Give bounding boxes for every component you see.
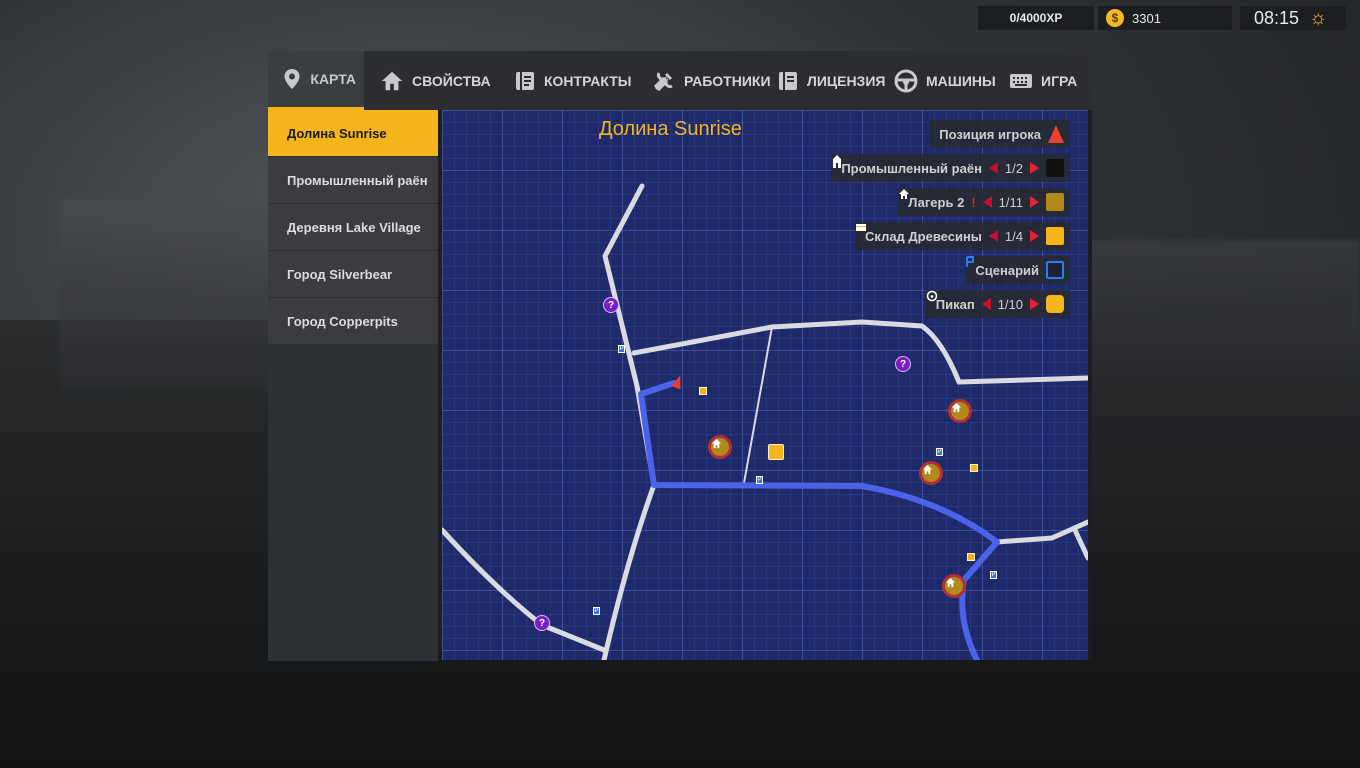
road-west	[442, 527, 607, 653]
wood-storage-marker[interactable]	[768, 444, 784, 460]
region-item-label: Город Copperpits	[287, 313, 398, 329]
sun-icon: ☼	[1309, 7, 1328, 29]
steering-wheel-icon	[894, 69, 918, 93]
clock: 08:15 ☼	[1240, 6, 1346, 30]
alert-icon: !	[971, 194, 976, 210]
player-arrow-icon	[1048, 125, 1064, 143]
legend-count: 1/11	[998, 194, 1023, 210]
background-shed	[1090, 240, 1360, 440]
industrial-icon	[833, 155, 1064, 177]
legend-industrial[interactable]: Промышленный раён 1/2	[831, 154, 1070, 182]
region-item-label: Долина Sunrise	[287, 125, 387, 141]
next-arrow-icon[interactable]	[1030, 230, 1039, 242]
parking-marker[interactable]: P	[756, 476, 763, 484]
legend-label: Промышленный раён	[841, 160, 982, 176]
tab-game-label: ИГРА	[1041, 72, 1078, 89]
legend-label: Позиция игрока	[939, 126, 1041, 142]
tab-license-label: ЛИЦЕНЗИЯ	[807, 72, 886, 89]
region-list: Долина Sunrise Промышленный раён Деревня…	[268, 110, 438, 661]
road-south	[601, 482, 657, 660]
region-item-silverbear[interactable]: Город Silverbear	[268, 251, 438, 298]
license-icon	[777, 69, 799, 93]
legend-pickup[interactable]: Пикап 1/10	[925, 290, 1070, 318]
pickup-item-marker[interactable]	[699, 387, 707, 395]
scenario-flag-icon	[966, 256, 1064, 279]
tab-properties[interactable]: СВОЙСТВА	[364, 51, 500, 110]
map-pin-icon	[282, 67, 302, 91]
pickup-wheel-icon	[926, 290, 1064, 313]
tab-map-label: КАРТА	[310, 71, 356, 87]
menu-panel: КАРТА СВОЙСТВА КОНТРАКТЫ РАБОТНИКИ ЛИЦЕН…	[268, 51, 1092, 661]
road-main-north	[631, 319, 1088, 385]
route-path	[638, 380, 1000, 660]
xp-value: 0/4000XP	[1009, 11, 1063, 25]
tab-contracts[interactable]: КОНТРАКТЫ	[500, 51, 638, 110]
prev-arrow-icon[interactable]	[988, 230, 998, 242]
tab-vehicles-label: МАШИНЫ	[926, 72, 996, 89]
region-item-sunrise-valley[interactable]: Долина Sunrise	[268, 110, 438, 157]
prev-arrow-icon[interactable]	[981, 298, 991, 310]
legend-label: Склад Древесины	[865, 228, 982, 244]
tab-vehicles[interactable]: МАШИНЫ	[878, 51, 996, 110]
tab-properties-label: СВОЙСТВА	[412, 72, 491, 89]
legend-player-position[interactable]: Позиция игрока	[929, 120, 1070, 148]
time-value: 08:15	[1254, 7, 1300, 28]
map-view[interactable]: Долина Sunrise Позиция игрока Промышленн…	[442, 110, 1088, 660]
keyboard-icon	[1009, 69, 1033, 93]
unknown-location-marker[interactable]: ?	[895, 356, 911, 372]
parking-marker[interactable]: P	[593, 607, 600, 615]
camp-house-icon	[899, 189, 1064, 211]
legend-count: 1/4	[1004, 228, 1023, 244]
tab-bar: КАРТА СВОЙСТВА КОНТРАКТЫ РАБОТНИКИ ЛИЦЕН…	[268, 51, 1092, 110]
tab-workers-label: РАБОТНИКИ	[684, 72, 771, 89]
contract-icon	[514, 69, 536, 93]
region-list-empty	[268, 345, 438, 661]
unknown-location-marker[interactable]: ?	[534, 615, 550, 631]
parking-marker[interactable]: P	[618, 345, 625, 353]
legend-label: Лагерь 2	[908, 194, 965, 210]
legend-camp[interactable]: Лагерь 2 ! 1/11	[898, 188, 1070, 216]
next-arrow-icon[interactable]	[1030, 298, 1039, 310]
tab-workers[interactable]: РАБОТНИКИ	[638, 51, 771, 110]
camp-house-marker[interactable]	[942, 574, 966, 598]
camp-house-marker[interactable]	[948, 399, 972, 423]
region-item-label: Промышленный раён	[287, 172, 428, 188]
tab-map[interactable]: КАРТА	[268, 51, 364, 110]
next-arrow-icon[interactable]	[1030, 196, 1039, 208]
road-east-branch	[1071, 525, 1088, 561]
parking-marker[interactable]: P	[936, 448, 943, 456]
legend-count: 1/2	[1004, 160, 1023, 176]
region-item-industrial[interactable]: Промышленный раён	[268, 157, 438, 204]
unknown-location-marker[interactable]: ?	[603, 297, 619, 313]
region-item-copperpits[interactable]: Город Copperpits	[268, 298, 438, 345]
legend-count: 1/10	[997, 296, 1023, 312]
tools-icon	[652, 69, 676, 93]
pickup-item-marker[interactable]	[970, 464, 978, 472]
camp-house-marker[interactable]	[708, 435, 732, 459]
prev-arrow-icon[interactable]	[982, 196, 992, 208]
background-barn	[60, 200, 270, 390]
tab-contracts-label: КОНТРАКТЫ	[544, 72, 632, 89]
map-title: Долина Sunrise	[599, 118, 742, 140]
prev-arrow-icon[interactable]	[988, 162, 998, 174]
legend-wood-storage[interactable]: Склад Древесины 1/4	[855, 222, 1070, 250]
parking-marker[interactable]: P	[990, 571, 997, 579]
tab-game[interactable]: ИГРА	[995, 51, 1092, 110]
coin-icon: $	[1106, 9, 1124, 27]
tab-license[interactable]: ЛИЦЕНЗИЯ	[765, 51, 885, 110]
region-item-lake-village[interactable]: Деревня Lake Village	[268, 204, 438, 251]
pickup-item-marker[interactable]	[967, 553, 975, 561]
legend-label: Пикап	[935, 296, 975, 312]
house-icon	[380, 69, 404, 93]
region-item-label: Деревня Lake Village	[287, 219, 421, 235]
next-arrow-icon[interactable]	[1030, 162, 1039, 174]
storage-icon	[856, 224, 1064, 245]
camp-house-marker[interactable]	[919, 461, 943, 485]
legend-label: Сценарий	[975, 262, 1039, 278]
region-item-label: Город Silverbear	[287, 266, 393, 282]
xp-counter: 0/4000XP	[978, 6, 1094, 30]
legend-scenario[interactable]: Сценарий	[965, 256, 1070, 284]
money-counter: $ 3301	[1098, 6, 1232, 30]
money-value: 3301	[1132, 10, 1161, 26]
